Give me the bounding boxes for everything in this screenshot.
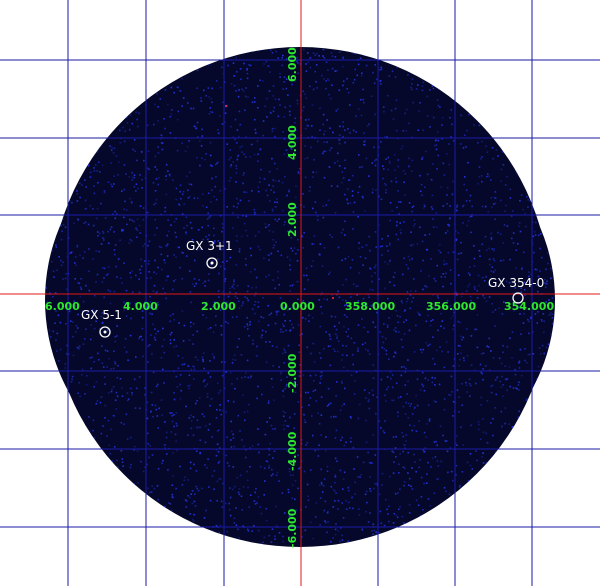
x-tick-label: 356.000 [426,300,476,313]
y-tick-label: 2.000 [286,202,299,237]
x-tick-label: 0.000 [280,300,315,313]
source-center-dot [103,330,107,334]
x-tick-label: 358.000 [345,300,395,313]
source-center-dot [210,261,214,265]
source-label: GX 5-1 [81,308,122,322]
sky-map: 6.000 4.000 2.000 0.000 358.000 356.000 … [0,0,600,586]
x-tick-label: 6.000 [45,300,80,313]
hot-pixel [332,297,334,299]
y-tick-label: 4.000 [286,125,299,160]
x-tick-label: 354.000 [504,300,554,313]
source-label: GX 354-0 [488,276,544,290]
y-tick-label: -4.000 [286,431,299,471]
x-tick-label: 2.000 [201,300,236,313]
exposure-field [45,47,555,547]
x-tick-label: 4.000 [123,300,158,313]
y-tick-label: -2.000 [286,353,299,393]
hot-pixel [225,105,227,107]
y-tick-label: 6.000 [286,47,299,82]
y-tick-label: -6.000 [286,508,299,548]
source-label: GX 3+1 [186,239,233,253]
